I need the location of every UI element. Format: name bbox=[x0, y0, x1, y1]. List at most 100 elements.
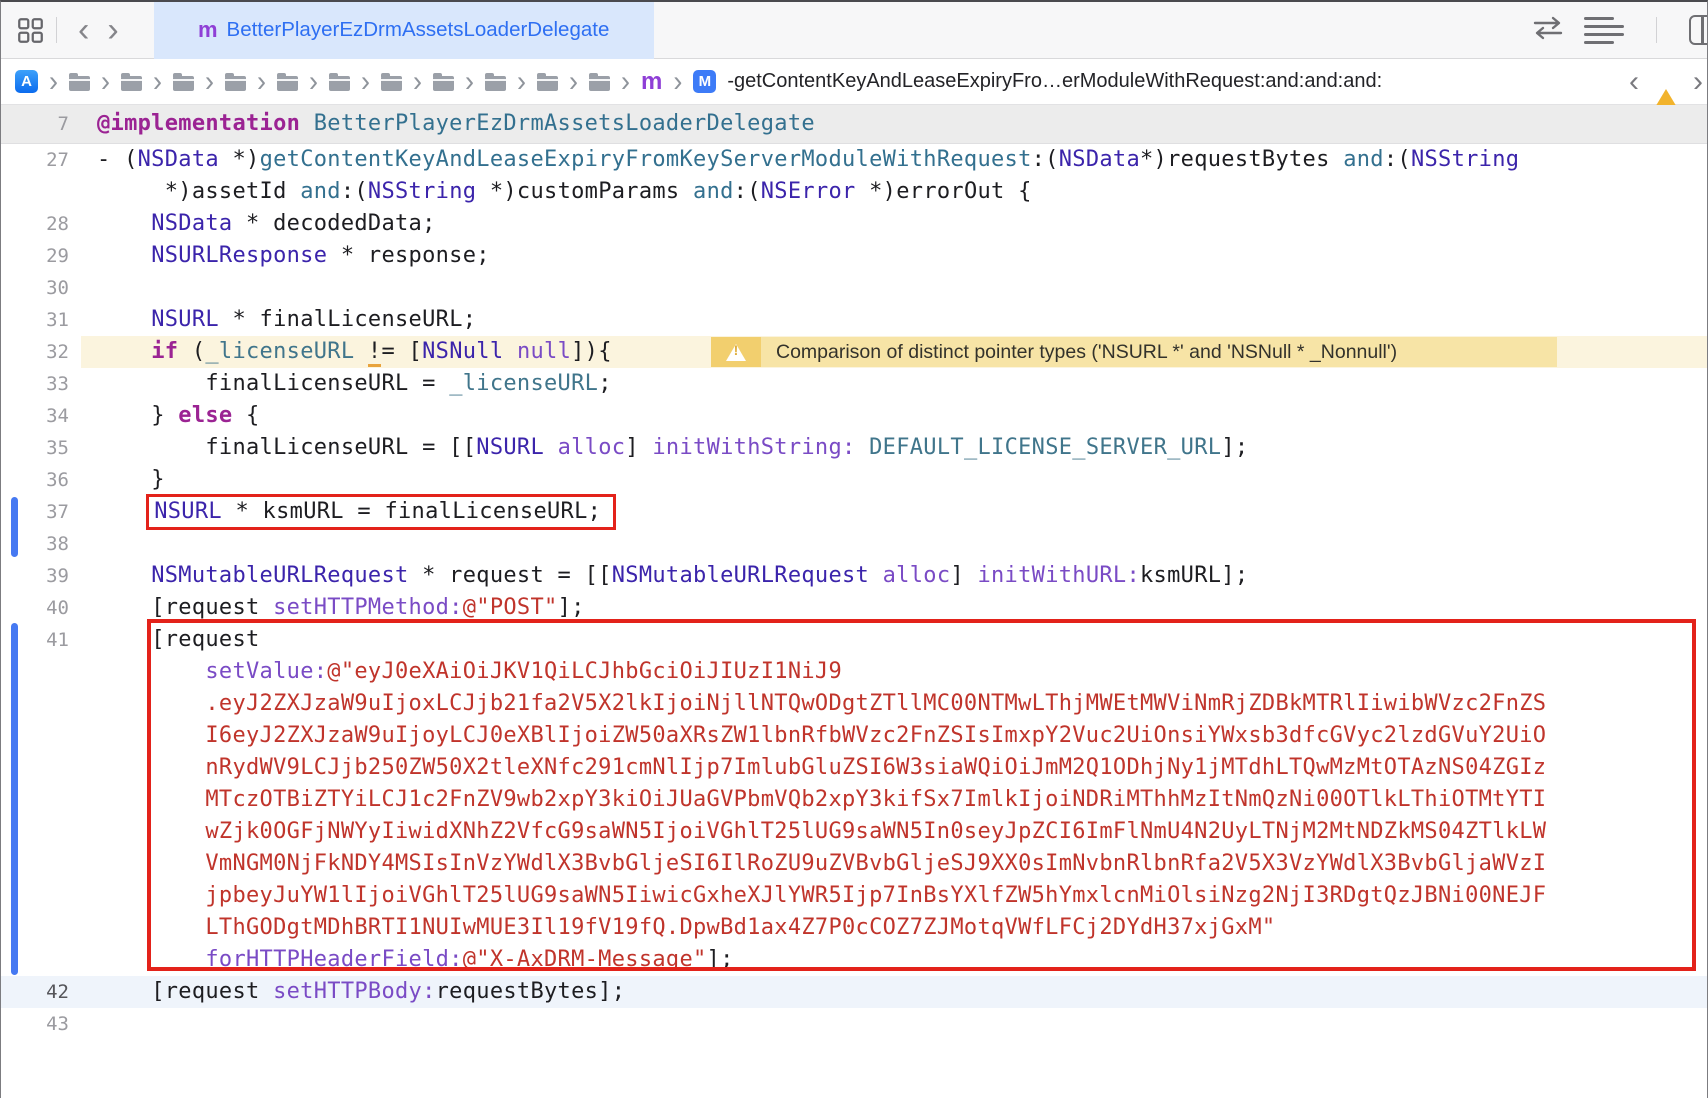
code-text[interactable]: NSURL * ksmURL = finalLicenseURL; bbox=[81, 496, 1707, 528]
code-text[interactable]: finalLicenseURL = _licenseURL; bbox=[81, 368, 1707, 400]
code-line[interactable]: MTczOTBiZTYiLCJ1c2FnZV9wb2xpY3kiOiJUaGVP… bbox=[1, 784, 1707, 816]
code-text[interactable]: .eyJ2ZXJzaW9uIjoxLCJjb21fa2V5X2lkIjoiNjl… bbox=[81, 688, 1707, 720]
change-bar[interactable] bbox=[11, 497, 18, 557]
code-editor[interactable]: 7@implementation BetterPlayerEzDrmAssets… bbox=[1, 105, 1707, 1040]
code-line[interactable]: 31 NSURL * finalLicenseURL; bbox=[1, 304, 1707, 336]
code-text[interactable]: setValue:@"eyJ0eXAiOiJKV1QiLCJhbGciOiJIU… bbox=[81, 656, 1707, 688]
code-line[interactable]: *)assetId and:(NSString *)customParams a… bbox=[1, 176, 1707, 208]
warning-icon[interactable]: ! bbox=[1654, 72, 1678, 92]
code-text[interactable]: MTczOTBiZTYiLCJ1c2FnZV9wb2xpY3kiOiJUaGVP… bbox=[81, 784, 1707, 816]
code-line[interactable]: 34 } else { bbox=[1, 400, 1707, 432]
code-text[interactable]: } bbox=[81, 464, 1707, 496]
code-line[interactable]: 40 [request setHTTPMethod:@"POST"]; bbox=[1, 592, 1707, 624]
code-review-icon[interactable] bbox=[1532, 16, 1564, 45]
tab-overview-icon[interactable] bbox=[17, 17, 44, 44]
line-number[interactable]: 33 bbox=[1, 368, 81, 400]
code-text[interactable]: } else { bbox=[81, 400, 1707, 432]
code-text[interactable]: - (NSData *)getContentKeyAndLeaseExpiryF… bbox=[81, 144, 1707, 176]
code-line[interactable]: nRydWV9LCJjb250ZW50X2tleXNfc291cmNlIjp7I… bbox=[1, 752, 1707, 784]
line-number[interactable]: 39 bbox=[1, 560, 81, 592]
code-text[interactable]: nRydWV9LCJjb250ZW50X2tleXNfc291cmNlIjp7I… bbox=[81, 752, 1707, 784]
code-line[interactable]: wZjk0OGFjNWYyIiwidXNhZ2VfcG9saWN5IjoiVGh… bbox=[1, 816, 1707, 848]
line-number[interactable]: 31 bbox=[1, 304, 81, 336]
change-bar[interactable] bbox=[11, 623, 18, 975]
code-line[interactable]: 36 } bbox=[1, 464, 1707, 496]
line-number[interactable]: 42 bbox=[1, 976, 81, 1008]
code-text[interactable]: wZjk0OGFjNWYyIiwidXNhZ2VfcG9saWN5IjoiVGh… bbox=[81, 816, 1707, 848]
code-line[interactable]: setValue:@"eyJ0eXAiOiJKV1QiLCJhbGciOiJIU… bbox=[1, 656, 1707, 688]
line-number[interactable]: 34 bbox=[1, 400, 81, 432]
folder-icon[interactable] bbox=[173, 76, 194, 91]
line-number[interactable]: 29 bbox=[1, 240, 81, 272]
code-line[interactable]: 39 NSMutableURLRequest * request = [[NSM… bbox=[1, 560, 1707, 592]
previous-issue-button[interactable]: ‹ bbox=[1629, 67, 1639, 97]
code-line[interactable]: 35 finalLicenseURL = [[NSURL alloc] init… bbox=[1, 432, 1707, 464]
code-text[interactable]: NSURL * finalLicenseURL; bbox=[81, 304, 1707, 336]
forward-button[interactable]: › bbox=[107, 13, 118, 47]
code-line[interactable]: 33 finalLicenseURL = _licenseURL; bbox=[1, 368, 1707, 400]
code-line[interactable]: 28 NSData * decodedData; bbox=[1, 208, 1707, 240]
app-target-icon[interactable]: A bbox=[15, 70, 38, 93]
folder-icon[interactable] bbox=[537, 76, 558, 91]
code-text[interactable] bbox=[81, 272, 1707, 304]
adjust-editor-icon[interactable] bbox=[1584, 17, 1624, 44]
line-number[interactable]: 43 bbox=[1, 1008, 81, 1040]
folder-icon[interactable] bbox=[225, 76, 246, 91]
code-line[interactable]: jpbeyJuYW1lIjoiVGhlT25lUG9saWN5IiwicGxhe… bbox=[1, 880, 1707, 912]
add-editor-icon[interactable] bbox=[1689, 15, 1708, 45]
code-line[interactable]: VmNGM0NjFkNDY4MSIsInVzYWdlX3BvbGljeSI6Il… bbox=[1, 848, 1707, 880]
code-line[interactable]: .eyJ2ZXJzaW9uIjoxLCJjb21fa2V5X2lkIjoiNjl… bbox=[1, 688, 1707, 720]
folder-icon[interactable] bbox=[69, 76, 90, 91]
folder-icon[interactable] bbox=[277, 76, 298, 91]
line-number[interactable]: 30 bbox=[1, 272, 81, 304]
code-text[interactable] bbox=[81, 528, 1707, 560]
folder-icon[interactable] bbox=[433, 76, 454, 91]
line-number[interactable]: 36 bbox=[1, 464, 81, 496]
code-text[interactable]: LThGODgtMDhBRTI1NUIwMUE3Il19fV19fQ.DpwBd… bbox=[81, 912, 1707, 944]
code-text[interactable]: NSMutableURLRequest * request = [[NSMuta… bbox=[81, 560, 1707, 592]
code-text[interactable]: [request setHTTPMethod:@"POST"]; bbox=[81, 592, 1707, 624]
code-text[interactable]: I6eyJ2ZXJzaW9uIjoyLCJ0eXBlIjoiZW50aXRsZW… bbox=[81, 720, 1707, 752]
code-line[interactable]: 29 NSURLResponse * response; bbox=[1, 240, 1707, 272]
code-line[interactable]: 38 bbox=[1, 528, 1707, 560]
code-text[interactable]: finalLicenseURL = [[NSURL alloc] initWit… bbox=[81, 432, 1707, 464]
folder-icon[interactable] bbox=[121, 76, 142, 91]
next-issue-button[interactable]: › bbox=[1693, 67, 1703, 97]
code-line[interactable]: LThGODgtMDhBRTI1NUIwMUE3Il19fV19fQ.DpwBd… bbox=[1, 912, 1707, 944]
code-text[interactable]: NSData * decodedData; bbox=[81, 208, 1707, 240]
code-line[interactable]: 37 NSURL * ksmURL = finalLicenseURL; bbox=[1, 496, 1707, 528]
line-number[interactable]: 7 bbox=[1, 105, 81, 143]
code-line[interactable]: 43 bbox=[1, 1008, 1707, 1040]
inline-warning-badge[interactable]: !Comparison of distinct pointer types ('… bbox=[711, 337, 1557, 367]
back-button[interactable]: ‹ bbox=[78, 13, 89, 47]
code-line[interactable]: 7@implementation BetterPlayerEzDrmAssets… bbox=[1, 105, 1707, 144]
line-number[interactable]: 32 bbox=[1, 336, 81, 368]
line-number[interactable]: 28 bbox=[1, 208, 81, 240]
folder-icon[interactable] bbox=[329, 76, 350, 91]
code-text[interactable]: [request bbox=[81, 624, 1707, 656]
code-text[interactable]: *)assetId and:(NSString *)customParams a… bbox=[81, 176, 1707, 208]
line-number[interactable]: 27 bbox=[1, 144, 81, 176]
line-number[interactable]: 40 bbox=[1, 592, 81, 624]
code-line[interactable]: 32 if (_licenseURL != [NSNull null]){!Co… bbox=[1, 336, 1707, 368]
code-text[interactable]: jpbeyJuYW1lIjoiVGhlT25lUG9saWN5IiwicGxhe… bbox=[81, 880, 1707, 912]
code-line[interactable]: 41 [request bbox=[1, 624, 1707, 656]
code-text[interactable] bbox=[81, 1008, 1707, 1040]
folder-icon[interactable] bbox=[485, 76, 506, 91]
code-line[interactable]: forHTTPHeaderField:@"X-AxDRM-Message"]; bbox=[1, 944, 1707, 976]
folder-icon[interactable] bbox=[381, 76, 402, 91]
code-text[interactable]: @implementation BetterPlayerEzDrmAssetsL… bbox=[81, 105, 1707, 143]
line-number[interactable]: 35 bbox=[1, 432, 81, 464]
code-line[interactable]: I6eyJ2ZXJzaW9uIjoyLCJ0eXBlIjoiZW50aXRsZW… bbox=[1, 720, 1707, 752]
objc-file-crumb[interactable]: m bbox=[641, 70, 662, 94]
code-text[interactable]: NSURLResponse * response; bbox=[81, 240, 1707, 272]
tab-betterplayer-file[interactable]: m BetterPlayerEzDrmAssetsLoaderDelegate bbox=[154, 2, 654, 59]
code-text[interactable]: VmNGM0NjFkNDY4MSIsInVzYWdlX3BvbGljeSI6Il… bbox=[81, 848, 1707, 880]
code-text[interactable]: forHTTPHeaderField:@"X-AxDRM-Message"]; bbox=[81, 944, 1707, 976]
code-text[interactable]: if (_licenseURL != [NSNull null]){!Compa… bbox=[81, 336, 1707, 368]
code-line[interactable]: 42 [request setHTTPBody:requestBytes]; bbox=[1, 976, 1707, 1008]
code-line[interactable]: 27- (NSData *)getContentKeyAndLeaseExpir… bbox=[1, 144, 1707, 176]
breadcrumb-method[interactable]: -getContentKeyAndLeaseExpiryFro…erModule… bbox=[727, 70, 1382, 93]
code-text[interactable]: [request setHTTPBody:requestBytes]; bbox=[81, 976, 1707, 1008]
code-line[interactable]: 30 bbox=[1, 272, 1707, 304]
